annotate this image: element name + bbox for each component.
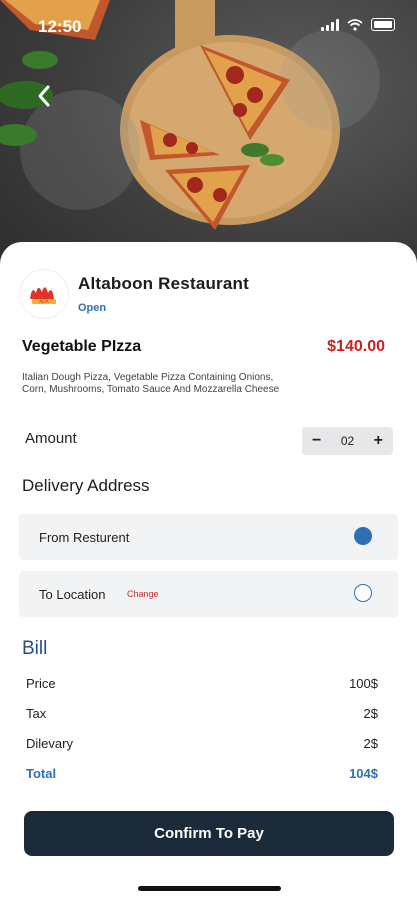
- confirm-to-pay-button[interactable]: Confirm To Pay: [24, 811, 394, 856]
- bill-row-delivery: Dilevary 2$: [26, 736, 378, 751]
- delivery-title: Delivery Address: [22, 476, 150, 495]
- bill-label: Total: [26, 766, 57, 781]
- restaurant-logo-icon: ALTA: [20, 270, 68, 318]
- change-location-link[interactable]: Change: [127, 589, 159, 599]
- bill-label: Price: [26, 676, 56, 691]
- increment-button[interactable]: +: [374, 432, 383, 450]
- delivery-option-to-location[interactable]: To Location Change: [19, 571, 398, 617]
- back-button[interactable]: [28, 80, 60, 112]
- status-time: 12:50: [38, 17, 82, 36]
- back-arrow-icon: [38, 85, 50, 107]
- delivery-option-from-restaurant[interactable]: From Resturent: [19, 514, 398, 560]
- svg-text:ALTA: ALTA: [39, 299, 49, 304]
- amount-label: Amount: [25, 430, 77, 447]
- item-description: Italian Dough Pizza, Vegetable Pizza Con…: [22, 372, 280, 395]
- bill-label: Tax: [26, 706, 47, 721]
- bill-value: 2$: [363, 736, 378, 751]
- battery-icon: [371, 18, 395, 31]
- bill-title: Bill: [22, 638, 48, 659]
- restaurant-header: ALTA: [20, 270, 68, 318]
- home-indicator[interactable]: [138, 886, 281, 891]
- bill-row-tax: Tax 2$: [26, 706, 378, 721]
- bill-label: Dilevary: [26, 736, 73, 751]
- item-name: Vegetable PIzza: [22, 338, 142, 355]
- wifi-icon: [347, 18, 363, 31]
- quantity-value: 02: [340, 434, 355, 448]
- bill-row-price: Price 100$: [26, 676, 378, 691]
- delivery-option-label: From Resturent: [39, 530, 130, 545]
- delivery-option-label: To Location: [39, 587, 106, 602]
- item-price: $140.00: [327, 338, 385, 355]
- status-icons: [321, 18, 395, 31]
- quantity-stepper: − 02 +: [302, 427, 393, 455]
- status-bar: 12:50: [0, 0, 417, 50]
- restaurant-status: Open: [78, 302, 107, 314]
- decrement-button[interactable]: −: [312, 432, 321, 450]
- bill-value: 100$: [349, 676, 378, 691]
- bill-value: 104$: [349, 766, 378, 781]
- bill-row-total: Total 104$: [26, 766, 378, 781]
- signal-icon: [321, 18, 339, 31]
- radio-empty-icon[interactable]: [354, 584, 372, 602]
- radio-selected-icon[interactable]: [354, 527, 372, 545]
- restaurant-name: Altaboon Restaurant: [78, 274, 249, 293]
- bill-value: 2$: [363, 706, 378, 721]
